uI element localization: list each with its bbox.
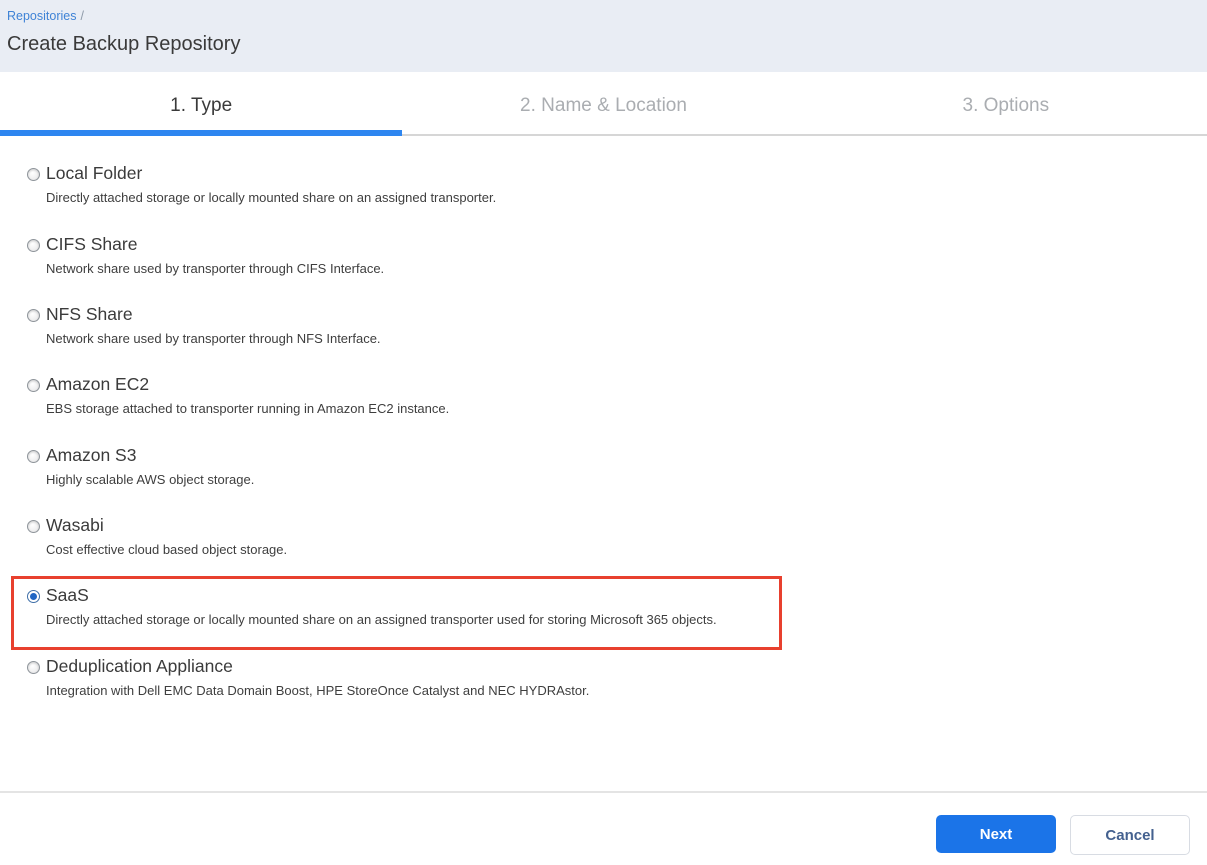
option-deduplication-appliance-head[interactable]: Deduplication Appliance bbox=[0, 656, 1207, 677]
breadcrumb-repositories-link[interactable]: Repositories bbox=[7, 9, 76, 23]
wizard-steps-tabbar: 1. Type 2. Name & Location 3. Options bbox=[0, 72, 1207, 136]
option-amazon-s3: Amazon S3 Highly scalable AWS object sto… bbox=[0, 445, 1207, 509]
radio-saas[interactable] bbox=[27, 590, 40, 603]
option-description: EBS storage attached to transporter runn… bbox=[46, 401, 449, 416]
cancel-button[interactable]: Cancel bbox=[1070, 815, 1190, 855]
page-header: Repositories / Create Backup Repository bbox=[0, 0, 1207, 72]
option-description: Directly attached storage or locally mou… bbox=[46, 190, 496, 205]
option-cifs-share-head[interactable]: CIFS Share bbox=[0, 234, 1207, 255]
option-label[interactable]: Wasabi bbox=[0, 515, 1207, 536]
option-description: Network share used by transporter throug… bbox=[46, 331, 381, 346]
option-description: Directly attached storage or locally mou… bbox=[46, 612, 717, 627]
option-wasabi-head[interactable]: Wasabi bbox=[0, 515, 1207, 536]
option-label[interactable]: Local Folder bbox=[0, 163, 1207, 184]
tab-options[interactable]: 3. Options bbox=[805, 72, 1207, 134]
option-label[interactable]: SaaS bbox=[0, 585, 1207, 606]
breadcrumb: Repositories / bbox=[7, 9, 84, 23]
option-amazon-ec2: Amazon EC2 EBS storage attached to trans… bbox=[0, 374, 1207, 438]
option-cifs-share: CIFS Share Network share used by transpo… bbox=[0, 234, 1207, 298]
option-local-folder: Local Folder Directly attached storage o… bbox=[0, 163, 1207, 227]
option-label[interactable]: CIFS Share bbox=[0, 234, 1207, 255]
radio-amazon-ec2[interactable] bbox=[27, 379, 40, 392]
radio-wasabi[interactable] bbox=[27, 520, 40, 533]
radio-deduplication-appliance[interactable] bbox=[27, 661, 40, 674]
option-amazon-s3-head[interactable]: Amazon S3 bbox=[0, 445, 1207, 466]
breadcrumb-separator: / bbox=[80, 9, 83, 23]
tab-name-location[interactable]: 2. Name & Location bbox=[402, 72, 804, 134]
repository-type-list: Local Folder Directly attached storage o… bbox=[0, 136, 1207, 792]
radio-amazon-s3[interactable] bbox=[27, 450, 40, 463]
option-label[interactable]: Amazon EC2 bbox=[0, 374, 1207, 395]
option-label[interactable]: Amazon S3 bbox=[0, 445, 1207, 466]
option-nfs-share: NFS Share Network share used by transpor… bbox=[0, 304, 1207, 368]
option-amazon-ec2-head[interactable]: Amazon EC2 bbox=[0, 374, 1207, 395]
option-saas: SaaS Directly attached storage or locall… bbox=[0, 585, 1207, 649]
footer-divider bbox=[0, 791, 1207, 793]
option-description: Cost effective cloud based object storag… bbox=[46, 542, 287, 557]
page-title: Create Backup Repository bbox=[7, 33, 240, 56]
tab-type[interactable]: 1. Type bbox=[0, 72, 402, 134]
radio-cifs-share[interactable] bbox=[27, 239, 40, 252]
option-deduplication-appliance: Deduplication Appliance Integration with… bbox=[0, 656, 1207, 720]
option-label[interactable]: Deduplication Appliance bbox=[0, 656, 1207, 677]
radio-nfs-share[interactable] bbox=[27, 309, 40, 322]
next-button[interactable]: Next bbox=[936, 815, 1056, 853]
option-nfs-share-head[interactable]: NFS Share bbox=[0, 304, 1207, 325]
option-description: Integration with Dell EMC Data Domain Bo… bbox=[46, 683, 589, 698]
option-label[interactable]: NFS Share bbox=[0, 304, 1207, 325]
option-description: Network share used by transporter throug… bbox=[46, 261, 384, 276]
option-local-folder-head[interactable]: Local Folder bbox=[0, 163, 1207, 184]
option-saas-head[interactable]: SaaS bbox=[0, 585, 1207, 606]
option-wasabi: Wasabi Cost effective cloud based object… bbox=[0, 515, 1207, 579]
radio-local-folder[interactable] bbox=[27, 168, 40, 181]
option-description: Highly scalable AWS object storage. bbox=[46, 472, 254, 487]
